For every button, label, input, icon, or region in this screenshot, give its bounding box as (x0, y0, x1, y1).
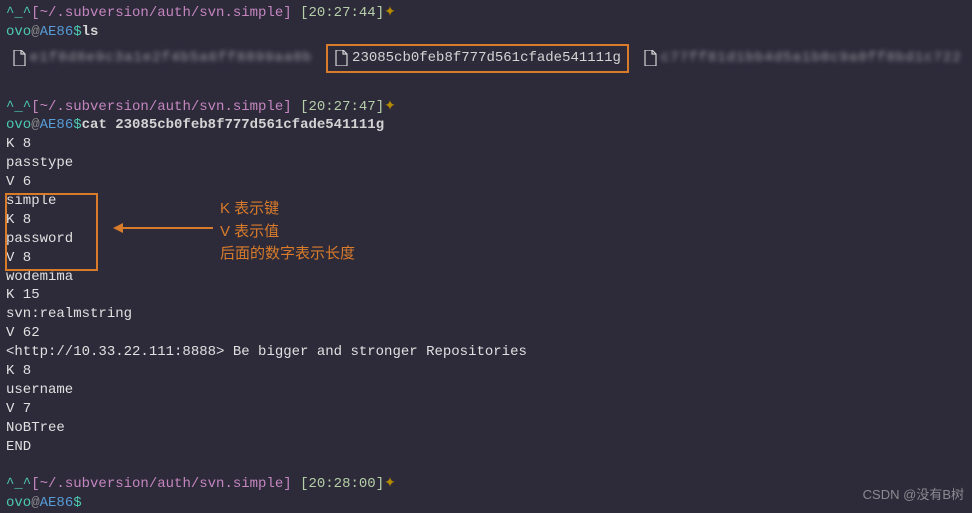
prompt-time: [20:27:44] (300, 5, 384, 21)
file-icon (334, 50, 348, 66)
output-line: K 8 (6, 211, 966, 230)
prompt-sep: $ (73, 495, 81, 511)
ls-item-1: e1f8d8e9c3a1e2f4b5a6ff8899aa0b (6, 46, 318, 71)
ls-item-2-highlighted: 23085cb0feb8f777d561cfade541111g (326, 44, 629, 73)
prompt-host: AE86 (40, 24, 74, 40)
ls-filename: 23085cb0feb8f777d561cfade541111g (352, 49, 621, 68)
output-line: password (6, 230, 966, 249)
output-line: passtype (6, 154, 966, 173)
prompt-diamond: ✦ (384, 476, 396, 492)
ls-item-3: c77ff81d1bb4d5a1b0c9a0ff8bd1c722 (637, 46, 968, 71)
blank-line (6, 456, 966, 475)
prompt-host: AE86 (40, 117, 74, 133)
prompt-diamond: ✦ (384, 99, 396, 115)
prompt-time: [20:27:47] (300, 99, 384, 115)
file-icon (12, 50, 26, 66)
prompt-line-1: ^_^[~/.subversion/auth/svn.simple] [20:2… (6, 4, 966, 23)
prompt-path: [~/.subversion/auth/svn.simple] (31, 99, 291, 115)
output-line: simple (6, 192, 966, 211)
output-line: V 6 (6, 173, 966, 192)
ls-output: e1f8d8e9c3a1e2f4b5a6ff8899aa0b 23085cb0f… (6, 44, 966, 73)
prompt-host: AE86 (40, 495, 74, 511)
prompt-user: ovo (6, 495, 31, 511)
output-line: NoBTree (6, 419, 966, 438)
watermark: CSDN @没有B树 (863, 486, 964, 504)
output-line: K 8 (6, 362, 966, 381)
output-line: svn:realmstring (6, 305, 966, 324)
prompt-prefix: ^_^ (6, 99, 31, 115)
prompt-at: @ (31, 24, 39, 40)
prompt-user: ovo (6, 24, 31, 40)
output-line: username (6, 381, 966, 400)
prompt-prefix: ^_^ (6, 5, 31, 21)
prompt-time: [20:28:00] (300, 476, 384, 492)
output-line: K 8 (6, 135, 966, 154)
output-line: wodemima (6, 268, 966, 287)
file-icon (643, 50, 657, 66)
ls-filename: c77ff81d1bb4d5a1b0c9a0ff8bd1c722 (661, 49, 962, 68)
prompt-prefix: ^_^ (6, 476, 31, 492)
prompt-path: [~/.subversion/auth/svn.simple] (31, 476, 291, 492)
cmd-cat: cat 23085cb0feb8f777d561cfade541111g (82, 117, 384, 133)
output-line: <http://10.33.22.111:8888> Be bigger and… (6, 343, 966, 362)
prompt-path: [~/.subversion/auth/svn.simple] (31, 5, 291, 21)
prompt-user: ovo (6, 117, 31, 133)
prompt-sep: $ (73, 24, 81, 40)
prompt-cmd-3[interactable]: ovo@AE86$ (6, 494, 966, 513)
prompt-line-2: ^_^[~/.subversion/auth/svn.simple] [20:2… (6, 98, 966, 117)
output-line: V 8 (6, 249, 966, 268)
prompt-at: @ (31, 495, 39, 511)
cmd-ls: ls (82, 24, 99, 40)
output-line: V 7 (6, 400, 966, 419)
output-line: V 62 (6, 324, 966, 343)
prompt-at: @ (31, 117, 39, 133)
prompt-sep: $ (73, 117, 81, 133)
output-line: K 15 (6, 286, 966, 305)
prompt-cmd-2: ovo@AE86$cat 23085cb0feb8f777d561cfade54… (6, 116, 966, 135)
prompt-line-3: ^_^[~/.subversion/auth/svn.simple] [20:2… (6, 475, 966, 494)
ls-filename: e1f8d8e9c3a1e2f4b5a6ff8899aa0b (30, 49, 312, 68)
prompt-diamond: ✦ (384, 5, 396, 21)
blank-line (6, 79, 966, 98)
output-line: END (6, 438, 966, 457)
prompt-cmd-1: ovo@AE86$ls (6, 23, 966, 42)
